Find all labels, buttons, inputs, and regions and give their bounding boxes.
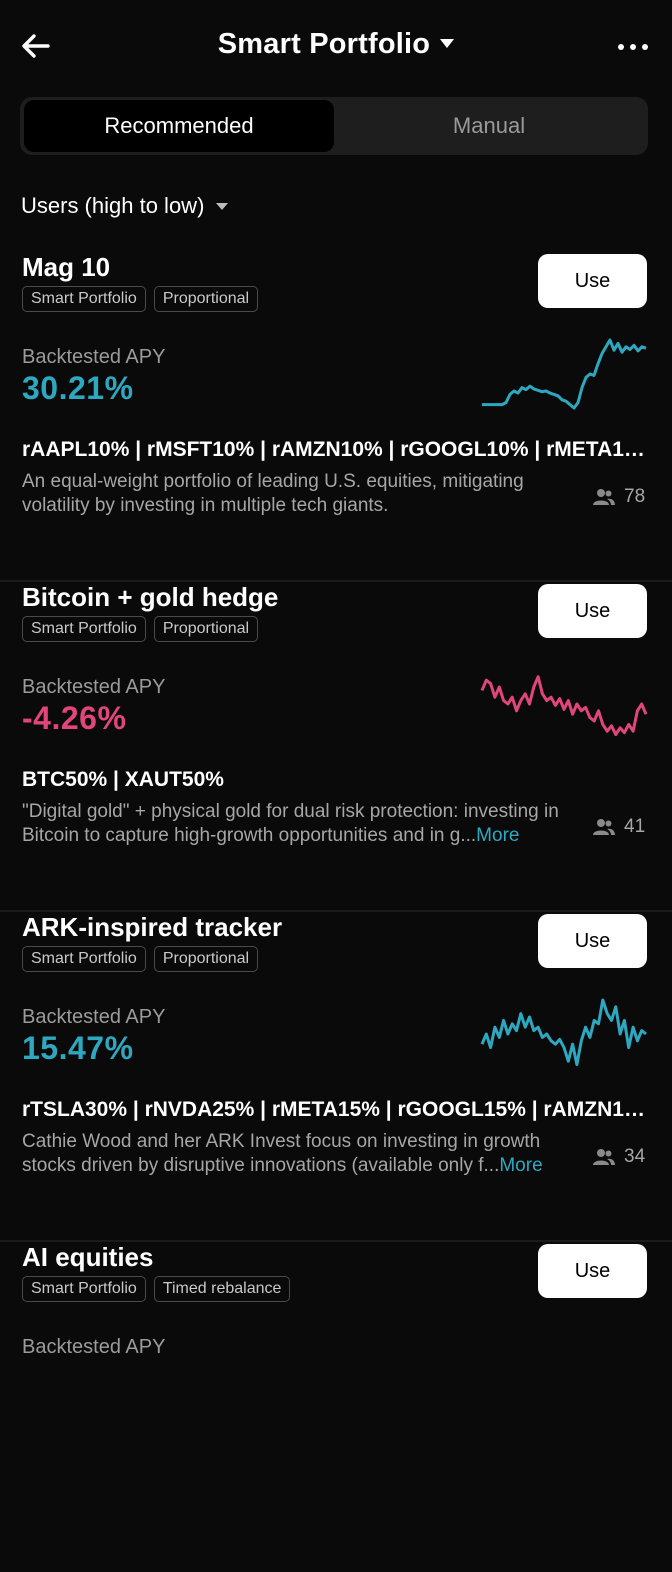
app-header: Smart Portfolio: [0, 0, 672, 94]
sparkline-line: [480, 998, 647, 1067]
more-link[interactable]: More: [476, 825, 519, 846]
portfolio-card[interactable]: Mag 10 Smart Portfolio Proportional Use …: [0, 252, 672, 582]
more-horizontal-icon[interactable]: [618, 42, 648, 52]
apy-label: Backtested APY: [22, 1336, 166, 1358]
allocation-text: rAAPL10% | rMSFT10% | rAMZN10% | rGOOGL1…: [22, 438, 648, 461]
portfolio-name: Mag 10: [22, 252, 111, 282]
apy-value: 15.47%: [22, 1030, 134, 1066]
use-button[interactable]: Use: [538, 1244, 647, 1298]
tag: Smart Portfolio: [22, 616, 146, 642]
tab-manual[interactable]: Manual: [334, 100, 644, 152]
description: Cathie Wood and her ARK Invest focus on …: [22, 1130, 582, 1178]
sort-label: Users (high to low): [21, 193, 205, 218]
tag: Smart Portfolio: [22, 1276, 146, 1302]
apy-label: Backtested APY: [22, 676, 166, 698]
tag: Smart Portfolio: [22, 946, 146, 972]
more-link[interactable]: More: [499, 1155, 542, 1176]
description-text: Cathie Wood and her ARK Invest focus on …: [22, 1131, 541, 1176]
sparkline-chart: [478, 1326, 650, 1402]
user-count-value: 41: [624, 816, 646, 837]
portfolio-card[interactable]: Bitcoin + gold hedge Smart Portfolio Pro…: [0, 582, 672, 912]
portfolio-name: ARK-inspired tracker: [22, 912, 283, 942]
description: An equal-weight portfolio of leading U.S…: [22, 470, 582, 518]
tag-list: Smart Portfolio Proportional: [22, 616, 259, 642]
use-button[interactable]: Use: [538, 254, 647, 308]
sparkline-chart: [480, 675, 648, 737]
use-button[interactable]: Use: [538, 914, 647, 968]
tag-list: Smart Portfolio Timed rebalance: [22, 1276, 291, 1302]
page-title: Smart Portfolio: [217, 28, 431, 60]
tag: Proportional: [153, 946, 259, 972]
description: "Digital gold" + physical gold for dual …: [22, 800, 582, 848]
segmented-tabs: Recommended Manual: [20, 97, 648, 155]
apy-value: 30.21%: [22, 370, 134, 406]
tag: Timed rebalance: [153, 1276, 291, 1302]
user-count: 34: [592, 1146, 645, 1168]
user-count: 78: [592, 486, 645, 508]
portfolio-name: Bitcoin + gold hedge: [22, 582, 279, 612]
tag: Proportional: [153, 286, 259, 312]
caret-down-icon: [216, 202, 229, 210]
users-icon: [593, 489, 615, 505]
sparkline-chart: [482, 338, 647, 410]
tag: Smart Portfolio: [22, 286, 146, 312]
users-icon: [593, 1149, 615, 1165]
sparkline-line: [482, 338, 647, 410]
portfolio-card[interactable]: ARK-inspired tracker Smart Portfolio Pro…: [0, 912, 672, 1242]
sparkline-chart: [480, 998, 647, 1067]
portfolio-name: AI equities: [22, 1242, 154, 1272]
sort-dropdown[interactable]: Users (high to low): [21, 193, 229, 219]
sparkline-line: [480, 675, 648, 737]
apy-value: -4.26%: [22, 700, 127, 736]
allocation-text: rTSLA30% | rNVDA25% | rMETA15% | rGOOGL1…: [22, 1098, 648, 1121]
use-button[interactable]: Use: [538, 584, 647, 638]
caret-down-icon: [440, 39, 455, 48]
user-count: 41: [592, 816, 645, 838]
title-dropdown[interactable]: Smart Portfolio: [0, 28, 672, 61]
user-count-value: 78: [624, 486, 646, 507]
description-text: An equal-weight portfolio of leading U.S…: [22, 471, 524, 516]
apy-label: Backtested APY: [22, 346, 166, 368]
users-icon: [593, 819, 615, 835]
apy-label: Backtested APY: [22, 1006, 166, 1028]
tag-list: Smart Portfolio Proportional: [22, 946, 259, 972]
tab-recommended[interactable]: Recommended: [24, 100, 334, 152]
user-count-value: 34: [624, 1146, 646, 1167]
tag-list: Smart Portfolio Proportional: [22, 286, 259, 312]
allocation-text: BTC50% | XAUT50%: [22, 768, 224, 791]
tag: Proportional: [153, 616, 259, 642]
portfolio-card[interactable]: AI equities Smart Portfolio Timed rebala…: [0, 1242, 672, 1572]
